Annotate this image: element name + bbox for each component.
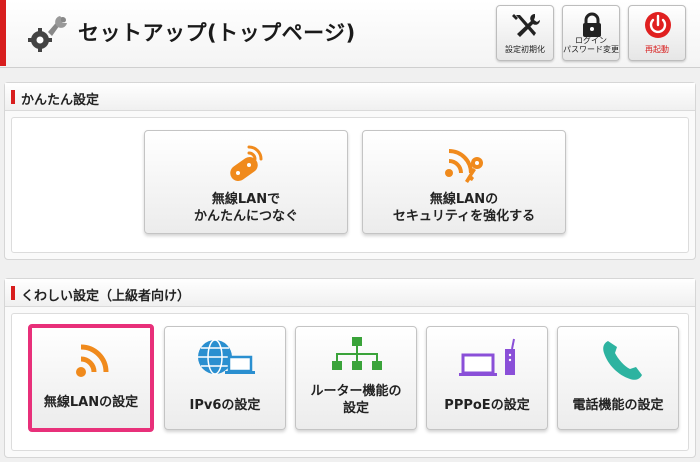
easy-wifi-connect-label: 無線LANで かんたんにつなぐ [145, 191, 347, 225]
wrench-gear-icon [28, 16, 67, 52]
advanced-settings-section: くわしい設定（上級者向け） 無線LANの設定 IPv6の設定 ルーター機能の 設… [4, 278, 696, 458]
easy-wifi-security-line1: 無線LANの [429, 192, 499, 207]
page-title: セットアップ(トップページ) [78, 21, 356, 45]
header-accent-bar [0, 0, 6, 66]
factory-reset-label: 設定初期化 [505, 45, 545, 54]
factory-reset-button[interactable]: 設定初期化 [496, 5, 554, 61]
router-settings-label: ルーター機能の 設定 [296, 383, 416, 417]
restart-button[interactable]: 再起動 [628, 5, 686, 61]
ipv6-settings-button[interactable]: IPv6の設定 [164, 326, 286, 430]
globe-laptop-icon [198, 339, 255, 375]
easy-wifi-security-label: 無線LANの セキュリティを強化する [363, 191, 565, 225]
section-mark [11, 90, 15, 104]
easy-settings-header: かんたん設定 [5, 83, 695, 111]
router-settings-line2: 設定 [342, 401, 369, 416]
wifi-settings-button[interactable]: 無線LANの設定 [28, 324, 154, 432]
section-mark [11, 286, 15, 300]
easy-wifi-connect-line2: かんたんにつなぐ [193, 209, 298, 224]
easy-wifi-connect-line1: 無線LANで [211, 192, 281, 207]
router-settings-line1: ルーター機能の [310, 384, 402, 399]
easy-settings-heading: かんたん設定 [21, 93, 100, 108]
game-controller-wifi-icon [230, 145, 263, 182]
tools-cross-icon [512, 14, 540, 37]
header: セットアップ(トップページ) 設定初期化 ログイン パスワード変更 再起動 [0, 0, 700, 68]
advanced-settings-body: 無線LANの設定 IPv6の設定 ルーター機能の 設定 PPPoEの設定 電話機… [11, 313, 689, 451]
lock-icon [583, 12, 601, 37]
pppoe-settings-button[interactable]: PPPoEの設定 [426, 326, 548, 430]
easy-wifi-security-line2: セキュリティを強化する [392, 209, 536, 224]
restart-label: 再起動 [645, 45, 669, 54]
phone-settings-button[interactable]: 電話機能の設定 [557, 326, 679, 430]
wifi-key-icon [445, 149, 483, 183]
wifi-icon [76, 344, 109, 377]
easy-settings-section: かんたん設定 無線LANで かんたんにつなぐ 無線LANの セキュリティを強化す… [4, 82, 696, 260]
easy-settings-body: 無線LANで かんたんにつなぐ 無線LANの セキュリティを強化する [11, 117, 689, 253]
power-icon [645, 12, 671, 38]
login-password-label: ログイン パスワード変更 [563, 36, 619, 54]
advanced-settings-heading: くわしい設定（上級者向け） [21, 289, 191, 304]
advanced-settings-header: くわしい設定（上級者向け） [5, 279, 695, 307]
ipv6-settings-label: IPv6の設定 [189, 398, 261, 413]
laptop-router-icon [459, 338, 515, 376]
pppoe-settings-label: PPPoEの設定 [444, 398, 530, 413]
login-password-label-line1: ログイン [575, 36, 607, 45]
easy-wifi-security-button[interactable]: 無線LANの セキュリティを強化する [362, 130, 566, 234]
phone-handset-icon [603, 341, 642, 380]
network-tree-icon [332, 337, 382, 370]
login-password-label-line2: パスワード変更 [563, 45, 619, 54]
router-settings-button[interactable]: ルーター機能の 設定 [295, 326, 417, 430]
easy-wifi-connect-button[interactable]: 無線LANで かんたんにつなぐ [144, 130, 348, 234]
phone-settings-label: 電話機能の設定 [572, 398, 664, 413]
wifi-settings-label: 無線LANの設定 [43, 395, 139, 410]
login-password-button[interactable]: ログイン パスワード変更 [562, 5, 620, 61]
